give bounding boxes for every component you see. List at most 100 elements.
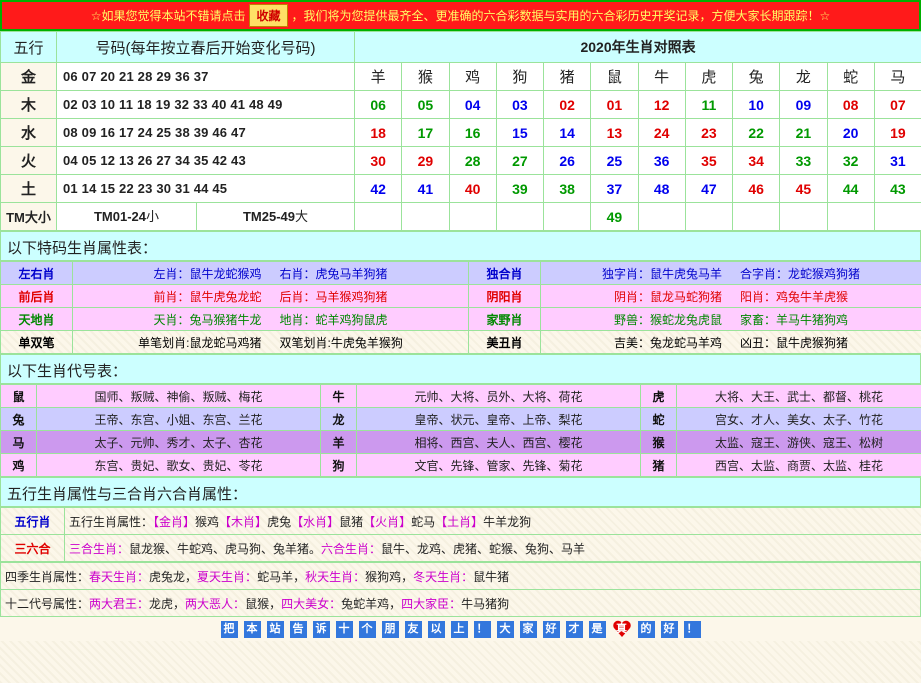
footer-char: 的 <box>637 620 655 638</box>
footer-char: 才 <box>565 620 583 638</box>
element-numbers: 08 09 16 17 24 25 38 39 46 47 <box>56 118 355 147</box>
wuxing-value: 鼠猪 <box>339 514 364 529</box>
zodiac-number: 26 <box>542 146 592 175</box>
twelve-value: 鼠猴， <box>245 596 282 611</box>
code-zodiac: 龙 <box>320 407 357 431</box>
zodiac-number: 10 <box>731 90 781 119</box>
attr-values: 左肖：鼠牛龙蛇猴鸡 右肖：虎兔马羊狗猪 <box>72 261 469 285</box>
footer-char: 以 <box>427 620 445 638</box>
twelve-lead: 十二代号属性： <box>5 596 90 611</box>
zodiac-header: 马 <box>873 62 921 91</box>
zodiac-number: 22 <box>731 118 781 147</box>
liuhe-value: 鼠牛、龙鸡、虎猪、蛇猴、兔狗、马羊 <box>381 541 586 556</box>
zodiac-header: 狗 <box>495 62 545 91</box>
zodiac-number: 42 <box>353 174 403 203</box>
attr-tag: 天地肖 <box>0 307 73 331</box>
zodiac-number: 15 <box>495 118 545 147</box>
banner-suffix: ，我们将为您提供最齐全、更准确的六合彩数据与实用的六合彩历史开奖记录，方便大家长… <box>291 9 831 23</box>
code-titles: 元帅、大将、员外、大将、荷花 <box>356 384 641 408</box>
element-numbers: 04 05 12 13 26 27 34 35 42 43 <box>56 146 355 175</box>
zodiac-number: 32 <box>826 146 875 175</box>
attr-left: 前肖：鼠牛虎兔龙蛇 <box>153 289 262 304</box>
zodiac-header: 兔 <box>731 62 781 91</box>
wuxing-key: 【金肖】 <box>153 514 196 529</box>
zodiac-number <box>731 202 781 231</box>
zodiac-number: 33 <box>779 146 828 175</box>
attr-row: 天地肖 天肖：兔马猴猪牛龙 地肖：蛇羊鸡狗鼠虎 家野肖 野兽：猴蛇龙兔虎鼠 家畜：羊马牛猪… <box>0 307 921 331</box>
tm-row: TM大小 TM01-24小 TM25-49大 49 <box>0 202 921 231</box>
wuxing-table: 五行肖 五行生肖属性：【金肖】猴鸡【木肖】虎兔【水肖】鼠猪【火肖】蛇马【土肖】牛… <box>0 507 921 562</box>
code-zodiac: 蛇 <box>640 407 677 431</box>
page: ☆如果您觉得本站不错请点击 收藏 ，我们将为您提供最齐全、更准确的六合彩数据与实… <box>0 0 921 641</box>
season-value: 猴狗鸡， <box>365 569 414 584</box>
tm-small-range: TM01-24 <box>93 209 146 224</box>
bookmark-button[interactable]: 收藏 <box>249 4 288 27</box>
liuhe-lead: 六合生肖： <box>321 541 382 556</box>
element-name: 木 <box>0 90 57 119</box>
wuxing-key: 【土肖】 <box>435 514 484 529</box>
wuxing-heading: 五行生肖属性与三合肖六合肖属性： <box>0 477 921 507</box>
footer-char: ！ <box>473 620 491 638</box>
zodiac-number <box>779 202 828 231</box>
season-key: 夏天生肖： <box>197 569 258 584</box>
element-row: 土 01 14 15 22 23 30 31 44 45 42 41 40 39 38 37 4… <box>0 174 921 203</box>
attr-row: 单双笔 单笔划肖:鼠龙蛇马鸡猪 双笔划肖:牛虎兔羊猴狗 美丑肖 吉美：兔龙蛇马羊鸡 凶丑：… <box>0 330 921 354</box>
code-titles: 皇帝、状元、皇帝、上帝、梨花 <box>356 407 641 431</box>
zodiac-number: 21 <box>779 118 828 147</box>
zodiac-number <box>637 202 686 231</box>
attr-right: 合字肖：龙蛇猴鸡狗猪 <box>740 266 861 281</box>
zodiac-header: 猴 <box>401 62 450 91</box>
zodiac-header: 羊 <box>353 62 403 91</box>
attr-left: 天肖：兔马猴猪牛龙 <box>153 312 262 327</box>
code-titles: 宫女、才人、美女、太子、竹花 <box>676 407 921 431</box>
wuxing-value: 猴鸡 <box>195 514 220 529</box>
zodiac-number: 45 <box>779 174 828 203</box>
zodiac-number: 35 <box>684 146 734 175</box>
zodiac-header: 蛇 <box>826 62 875 91</box>
zodiac-number <box>401 202 450 231</box>
attr-left: 单笔划肖:鼠龙蛇马鸡猪 <box>138 335 262 350</box>
zodiac-number: 27 <box>495 146 545 175</box>
zodiac-number: 04 <box>448 90 497 119</box>
zodiac-number: 16 <box>448 118 497 147</box>
twelve-row: 十二代号属性：两大君王：龙虎，两大恶人：鼠猴，四大美女：兔蛇羊鸡，四大家臣：牛马… <box>0 589 921 617</box>
header-element: 五行 <box>0 31 57 63</box>
footer-char: 大 <box>496 620 514 638</box>
code-row: 兔王帝、东宫、小姐、东宫、兰花龙皇帝、状元、皇帝、上帝、梨花蛇宫女、才人、美女、… <box>0 407 921 431</box>
code-zodiac: 虎 <box>640 384 677 408</box>
code-row: 鼠国师、叛贼、神偷、叛贼、梅花牛元帅、大将、员外、大将、荷花虎大将、大王、武士、… <box>0 384 921 408</box>
twelve-key: 两大君王： <box>89 596 150 611</box>
zodiac-number: 30 <box>353 146 403 175</box>
zodiac-number: 12 <box>637 90 686 119</box>
footer-char: ！ <box>683 620 701 638</box>
attr-values: 单笔划肖:鼠龙蛇马鸡猪 双笔划肖:牛虎兔羊猴狗 <box>72 330 469 354</box>
attr-left: 独字肖：鼠牛虎兔马羊 <box>601 266 722 281</box>
code-titles: 国师、叛贼、神偷、叛贼、梅花 <box>36 384 321 408</box>
zodiac-number <box>542 202 592 231</box>
special-attr-heading: 以下特码生肖属性表： <box>0 231 921 261</box>
wuxing-key: 【木肖】 <box>219 514 268 529</box>
element-row: 金 06 07 20 21 28 29 36 37 羊猴鸡狗猪鼠牛虎兔龙蛇马 <box>0 62 921 91</box>
attr-right: 双笔划肖:牛虎兔羊猴狗 <box>279 335 403 350</box>
banner-prefix: ☆如果您觉得本站不错请点击 <box>90 9 246 23</box>
code-zodiac: 猪 <box>640 453 677 477</box>
footer-char: 个 <box>358 620 376 638</box>
attr-right: 家畜：羊马牛猪狗鸡 <box>740 312 849 327</box>
attr-right: 右肖：虎兔马羊狗猪 <box>279 266 388 281</box>
zodiac-number: 03 <box>495 90 545 119</box>
codes-table: 鼠国师、叛贼、神偷、叛贼、梅花牛元帅、大将、员外、大将、荷花虎大将、大王、武士、… <box>0 384 921 477</box>
season-value: 虎兔龙， <box>149 569 198 584</box>
extra-table: 四季生肖属性：春天生肖：虎兔龙，夏天生肖：蛇马羊，秋天生肖：猴狗鸡，冬天生肖：鼠… <box>0 562 921 617</box>
code-titles: 文官、先锋、管家、先锋、菊花 <box>356 453 641 477</box>
tm-big-suffix: 大 <box>295 209 309 224</box>
wuxing-key: 【火肖】 <box>363 514 412 529</box>
seasons-row: 四季生肖属性：春天生肖：虎兔龙，夏天生肖：蛇马羊，秋天生肖：猴狗鸡，冬天生肖：鼠… <box>0 562 921 590</box>
attr-values: 野兽：猴蛇龙兔虎鼠 家畜：羊马牛猪狗鸡 <box>540 307 921 331</box>
wuxing-tag: 五行肖 <box>0 507 65 535</box>
footer-char: 上 <box>450 620 468 638</box>
header-title: 2020年生肖对照表 <box>353 31 921 63</box>
zodiac-number <box>353 202 403 231</box>
zodiac-table: 五行 号码(每年按立春后开始变化号码) 2020年生肖对照表 金 06 07 20… <box>0 31 921 231</box>
zodiac-number: 43 <box>873 174 921 203</box>
zodiac-number <box>826 202 875 231</box>
